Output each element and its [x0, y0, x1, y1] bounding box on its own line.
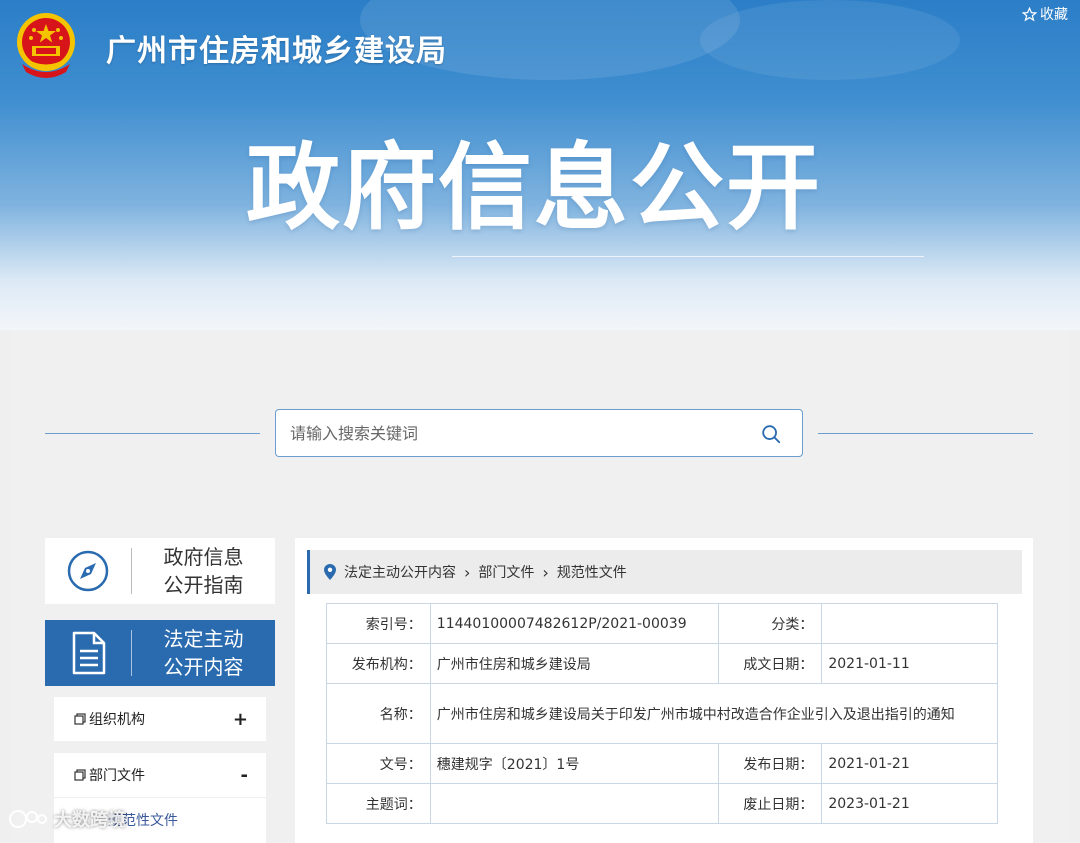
created-date-value: 2021-01-11	[821, 643, 998, 684]
copy-icon	[74, 769, 86, 781]
collect-label: 收藏	[1040, 7, 1068, 23]
subject-value	[429, 783, 719, 824]
sidebar-item-label: 部门文件	[89, 768, 145, 784]
table-row: 名称： 广州市住房和城乡建设局关于印发广州市城中村改造合作企业引入及退出指引的通…	[326, 683, 999, 744]
sidebar-item-label: 政府信息	[163, 545, 244, 569]
expire-date-value: 2023-01-21	[821, 783, 998, 824]
content-panel: 法定主动公开内容 › 部门文件 › 规范性文件 索引号： 11440100007…	[295, 538, 1033, 843]
collapse-toggle[interactable]: -	[241, 765, 248, 786]
category-label: 分类：	[717, 603, 823, 644]
sidebar-item-department-docs[interactable]: 部门文件 -	[54, 753, 266, 797]
sidebar-item-label: 公开内容	[163, 655, 244, 679]
publisher-label: 发布机构：	[326, 643, 431, 684]
table-row: 索引号： 11440100007482612P/2021-00039 分类：	[326, 603, 998, 644]
document-metadata-table: 索引号： 11440100007482612P/2021-00039 分类： 发…	[326, 603, 999, 824]
sidebar-item-label: 法定主动	[163, 627, 244, 651]
star-icon	[1022, 6, 1037, 22]
location-pin-icon	[324, 564, 336, 580]
search-divider-right	[818, 433, 1033, 434]
subject-label: 主题词：	[326, 783, 431, 824]
banner-decoration	[700, 0, 960, 80]
name-value: 广州市住房和城乡建设局关于印发广州市城中村改造合作企业引入及退出指引的通知	[429, 683, 999, 744]
name-label: 名称：	[326, 683, 431, 744]
search-divider-left	[45, 433, 260, 434]
national-emblem-icon	[17, 13, 75, 78]
watermark-text: 大数跨境	[54, 810, 126, 831]
category-value	[821, 603, 998, 644]
header-banner: 广州市住房和城乡建设局 收藏 政府信息公开	[0, 0, 1080, 330]
search-input[interactable]	[276, 410, 736, 456]
expand-toggle[interactable]: +	[233, 709, 248, 730]
breadcrumb-item[interactable]: 规范性文件	[557, 562, 627, 582]
sidebar-item-label: 公开指南	[163, 573, 244, 597]
breadcrumb-item[interactable]: 部门文件	[478, 562, 534, 582]
sidebar-item-statutory-content[interactable]: 法定主动 公开内容	[45, 620, 275, 686]
watermark-logo-icon	[9, 810, 47, 828]
sidebar-item-disclosure-guide[interactable]: 政府信息 公开指南	[45, 538, 275, 604]
table-row: 主题词： 废止日期： 2023-01-21	[326, 783, 998, 824]
publish-date-value: 2021-01-21	[821, 743, 998, 784]
sidebar-item-label: 组织机构	[89, 712, 145, 728]
expire-date-label: 废止日期：	[717, 783, 823, 824]
publisher-value: 广州市住房和城乡建设局	[429, 643, 719, 684]
breadcrumb-item[interactable]: 法定主动公开内容	[344, 562, 456, 582]
copy-icon	[74, 713, 86, 725]
site-title: 广州市住房和城乡建设局	[106, 34, 447, 69]
search-box	[275, 409, 803, 457]
doc-number-label: 文号：	[326, 743, 431, 784]
search-icon[interactable]	[760, 423, 782, 445]
sidebar-item-organization[interactable]: 组织机构 +	[54, 697, 266, 741]
index-value: 11440100007482612P/2021-00039	[429, 603, 719, 644]
breadcrumb: 法定主动公开内容 › 部门文件 › 规范性文件	[307, 550, 1022, 594]
created-date-label: 成文日期：	[717, 643, 823, 684]
document-icon	[72, 631, 106, 675]
index-label: 索引号：	[326, 603, 431, 644]
banner-divider	[452, 256, 924, 257]
publish-date-label: 发布日期：	[717, 743, 823, 784]
watermark: 大数跨境	[8, 806, 126, 832]
compass-icon	[67, 550, 109, 592]
table-row: 发布机构： 广州市住房和城乡建设局 成文日期： 2021-01-11	[326, 643, 998, 684]
doc-number-value: 穗建规字〔2021〕1号	[429, 743, 719, 784]
collect-button[interactable]: 收藏	[1022, 4, 1068, 24]
table-row: 文号： 穗建规字〔2021〕1号 发布日期： 2021-01-21	[326, 743, 998, 784]
chevron-right-icon: ›	[542, 562, 549, 582]
chevron-right-icon: ›	[464, 562, 471, 582]
banner-title: 政府信息公开	[246, 134, 823, 243]
